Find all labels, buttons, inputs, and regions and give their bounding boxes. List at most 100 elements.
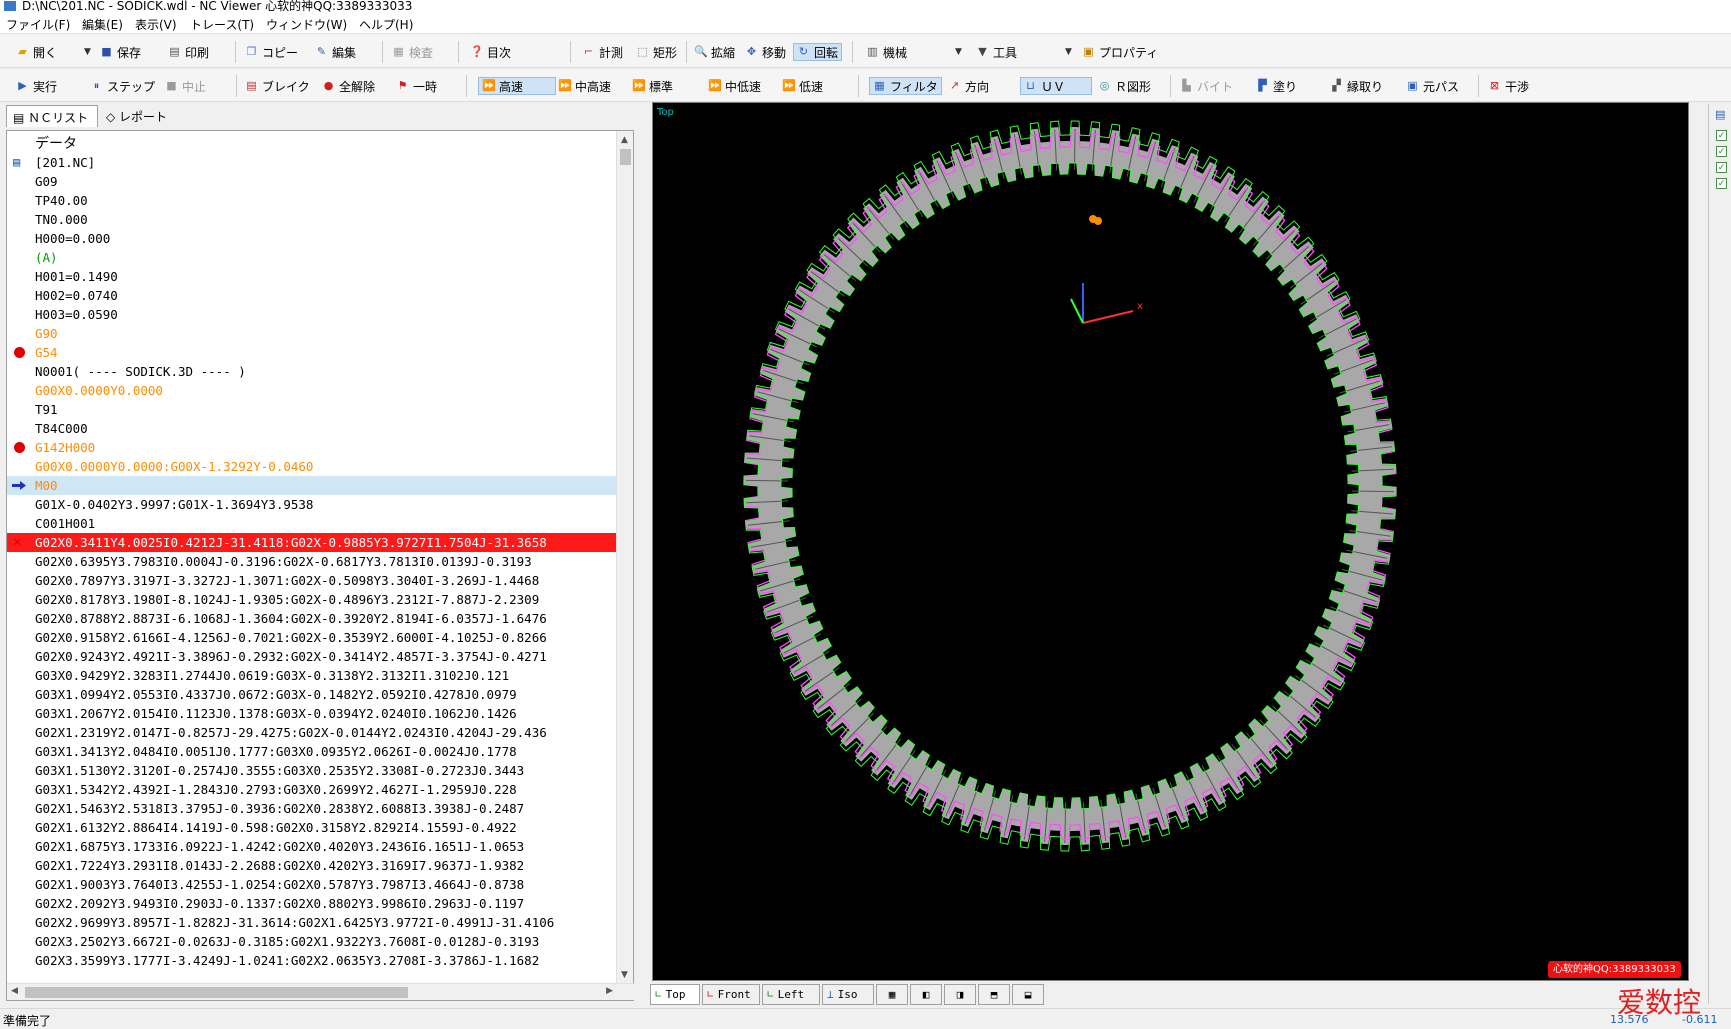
zoom-button[interactable]: 🔍 拡縮 — [694, 43, 735, 61]
nc-line[interactable]: G142H000 — [7, 438, 618, 457]
tab-left[interactable]: ∟ Left — [762, 984, 820, 1005]
nc-line[interactable]: G02X1.6875Y3.1733I6.0922J-1.4242:G02X0.4… — [7, 837, 618, 856]
nc-line[interactable]: TP40.00 — [7, 191, 618, 210]
speed-std-button[interactable]: ⏩ 標準 — [632, 77, 673, 95]
nc-line[interactable]: H000=0.000 — [7, 229, 618, 248]
scroll-right-icon[interactable]: ▶ — [606, 986, 613, 996]
origin-path-button[interactable]: ▣ 元パス — [1406, 77, 1459, 95]
nc-line[interactable]: G02X0.9243Y2.4921I-3.3896J-0.2932:G02X-0… — [7, 647, 618, 666]
nc-line[interactable]: G90 — [7, 324, 618, 343]
menu-view[interactable]: 表示(V) — [135, 16, 177, 33]
nc-line[interactable]: G02X1.5463Y2.5318I3.3795J-0.3936:G02X0.2… — [7, 799, 618, 818]
layer-checkbox[interactable]: ✓ — [1716, 130, 1727, 141]
print-button[interactable]: ▤ 印刷 — [168, 43, 209, 61]
direction-button[interactable]: ↗ 方向 — [948, 77, 989, 95]
property-button[interactable]: ▣ プロパティ — [1082, 43, 1158, 61]
stop-button[interactable]: ■ 中止 — [165, 77, 206, 95]
r-shape-button[interactable]: ◎ Ｒ図形 — [1098, 77, 1151, 95]
nc-line[interactable]: N0001( ---- SODICK.3D ---- ) — [7, 362, 618, 381]
nc-line[interactable]: G00X0.0000Y0.0000 — [7, 381, 618, 400]
nc-line[interactable]: G54 — [7, 343, 618, 362]
document-icon[interactable]: ▤ — [1715, 108, 1725, 121]
move-button[interactable]: ✥ 移動 — [745, 43, 786, 61]
filter-button[interactable]: ▦ フィルタ — [869, 77, 942, 95]
copy-button[interactable]: ❐ コピー — [245, 43, 298, 61]
interference-button[interactable]: ⊠ 干渉 — [1488, 77, 1529, 95]
nc-line[interactable]: G02X2.2092Y3.9493I0.2903J-0.1337:G02X0.8… — [7, 894, 618, 913]
speed-fast-button[interactable]: ⏩ 高速 — [478, 77, 556, 95]
nc-line[interactable]: T91 — [7, 400, 618, 419]
rotate-button[interactable]: ↻ 回転 — [793, 43, 843, 61]
tab-top[interactable]: ∟ Top — [650, 984, 700, 1005]
edit-button[interactable]: ✎ 編集 — [315, 43, 356, 61]
tab-report[interactable]: ◇ レポート — [100, 105, 186, 127]
nc-line[interactable]: TN0.000 — [7, 210, 618, 229]
nc-line[interactable]: G01X-0.0402Y3.9997:G01X-1.3694Y3.9538 — [7, 495, 618, 514]
nc-line[interactable]: H002=0.0740 — [7, 286, 618, 305]
scroll-thumb-h[interactable] — [25, 987, 408, 998]
menu-file[interactable]: ファイル(F) — [6, 16, 70, 33]
machine-button[interactable]: ▥ 機械 — [866, 43, 907, 61]
tab-nclist[interactable]: ▤ ＮＣリスト — [6, 105, 98, 127]
save-button[interactable]: ■ 保存 — [100, 43, 141, 61]
nc-line[interactable]: G02X1.2319Y2.0147I-0.8257J-29.4275:G02X-… — [7, 723, 618, 742]
break-button[interactable]: ▤ ブレイク — [245, 77, 309, 95]
layout-top-icon[interactable]: ⬒ — [978, 984, 1010, 1005]
open-dropdown-icon[interactable]: ▼ — [84, 47, 91, 57]
nc-line[interactable]: G03X1.5342Y2.4392I-1.2843J0.2793:G03X0.2… — [7, 780, 618, 799]
layout-quad-icon[interactable]: ▦ — [876, 984, 908, 1005]
layout-left-icon[interactable]: ◧ — [910, 984, 942, 1005]
nc-line[interactable]: G02X0.7897Y3.3197I-3.3272J-1.3071:G02X-0… — [7, 571, 618, 590]
layout-bottom-icon[interactable]: ⬓ — [1012, 984, 1044, 1005]
nc-line[interactable]: M00 — [7, 476, 618, 495]
nc-line[interactable]: G09 — [7, 172, 618, 191]
nc-line[interactable]: G02X0.6395Y3.7983I0.0004J-0.3196:G02X-0.… — [7, 552, 618, 571]
menu-window[interactable]: ウィンドウ(W) — [266, 16, 347, 33]
tab-front[interactable]: ∟ Front — [702, 984, 760, 1005]
vertical-scrollbar[interactable]: ▲ ▼ — [616, 131, 633, 984]
viewport[interactable]: Top x — [652, 102, 1689, 981]
nc-line[interactable]: G03X1.3413Y2.0484I0.0051J0.1777:G03X0.09… — [7, 742, 618, 761]
nc-line[interactable]: (A) — [7, 248, 618, 267]
machine-dropdown-icon[interactable]: ▼ — [955, 47, 962, 57]
nc-line[interactable]: G03X1.0994Y2.0553I0.4337J0.0672:G03X-0.1… — [7, 685, 618, 704]
release-all-button[interactable]: ● 全解除 — [322, 77, 375, 95]
nc-line[interactable]: T84C000 — [7, 419, 618, 438]
layer-checkbox[interactable]: ✓ — [1716, 146, 1727, 157]
nc-line[interactable]: ▤ [201.NC] — [7, 153, 618, 172]
nc-line[interactable]: G03X1.2067Y2.0154I0.1123J0.1378:G03X-0.0… — [7, 704, 618, 723]
nc-line[interactable]: H003=0.0590 — [7, 305, 618, 324]
breakpoint-icon[interactable] — [14, 347, 25, 358]
nc-line[interactable]: ✕ G02X0.3411Y4.0025I0.4212J-31.4118:G02X-… — [7, 533, 618, 552]
nc-list[interactable]: データ ▤ [201.NC] G09 TP40.00 TN0.000 H000=0.000… — [7, 131, 618, 984]
menu-edit[interactable]: 編集(E) — [82, 16, 123, 33]
nc-line[interactable]: G00X0.0000Y0.0000:G00X-1.3292Y-0.0460 — [7, 457, 618, 476]
menu-help[interactable]: ヘルプ(H) — [359, 16, 413, 33]
nc-line[interactable]: G02X3.2502Y3.6672I-0.0263J-0.3185:G02X1.… — [7, 932, 618, 951]
tab-iso[interactable]: ⊥ Iso — [822, 984, 874, 1005]
scroll-left-icon[interactable]: ◀ — [11, 986, 18, 996]
speed-midfast-button[interactable]: ⏩ 中高速 — [558, 77, 611, 95]
toolpath-canvas[interactable]: Top x — [653, 103, 1688, 980]
edge-button[interactable]: ▞ 縁取り — [1330, 77, 1383, 95]
bite-button[interactable]: ▙ バイト — [1180, 77, 1233, 95]
nc-line[interactable]: G02X2.9699Y3.8957I-1.8282J-31.3614:G02X1… — [7, 913, 618, 932]
nc-line[interactable]: C001H001 — [7, 514, 618, 533]
breakpoint-icon[interactable] — [14, 442, 25, 453]
step-button[interactable]: ⏸ ステップ — [90, 77, 155, 95]
nc-line[interactable]: G02X0.9158Y2.6166I-4.1256J-0.7021:G02X-0… — [7, 628, 618, 647]
scroll-down-icon[interactable]: ▼ — [621, 970, 628, 980]
nc-line[interactable]: G02X0.8788Y2.8873I-6.1068J-1.3604:G02X-0… — [7, 609, 618, 628]
pause-button[interactable]: ⚑ 一時 — [396, 77, 437, 95]
nc-line[interactable]: G02X1.6132Y2.8864I4.1419J-0.598:G02X0.31… — [7, 818, 618, 837]
nc-line[interactable]: G02X1.9003Y3.7640I3.4255J-1.0254:G02X0.5… — [7, 875, 618, 894]
speed-midslow-button[interactable]: ⏩ 中低速 — [708, 77, 761, 95]
layer-checkbox[interactable]: ✓ — [1716, 162, 1727, 173]
nc-line[interactable]: G02X3.3599Y3.1777I-3.4249J-1.0241:G02X2.… — [7, 951, 618, 970]
run-button[interactable]: ▶ 実行 — [16, 77, 57, 95]
measure-button[interactable]: ⌐ 計測 — [582, 43, 623, 61]
open-button[interactable]: ▰ 開く — [16, 43, 57, 61]
nc-line[interactable]: G02X1.7224Y3.2931I8.0143J-2.2688:G02X0.4… — [7, 856, 618, 875]
nc-line[interactable]: G02X0.8178Y3.1980I-8.1024J-1.9305:G02X-0… — [7, 590, 618, 609]
layer-checkbox[interactable]: ✓ — [1716, 178, 1727, 189]
